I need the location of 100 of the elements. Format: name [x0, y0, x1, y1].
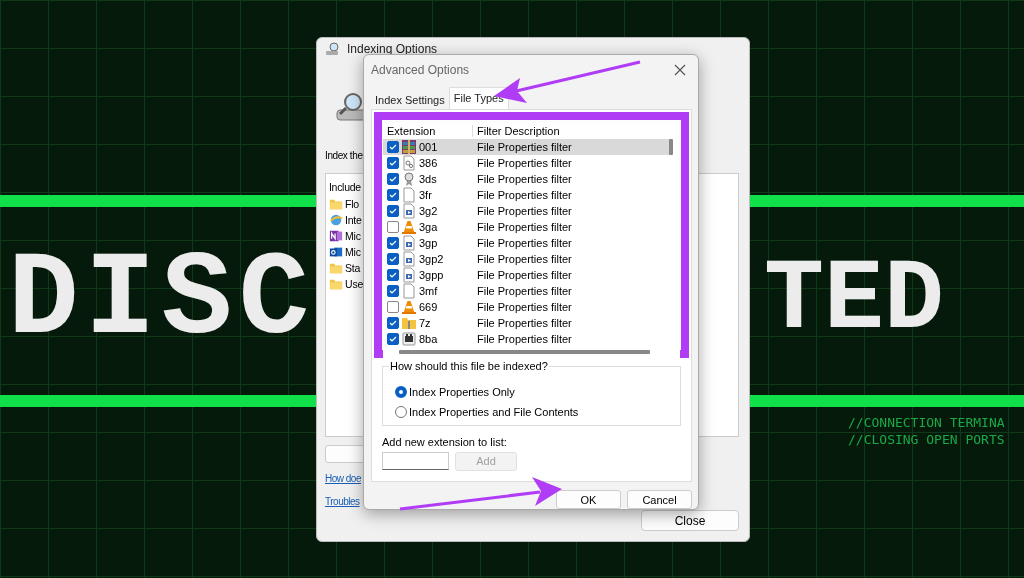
filter-description: File Properties filter	[476, 156, 573, 169]
extension-text: 3gpp	[419, 268, 444, 281]
extension-text: 3ga	[419, 220, 438, 233]
ok-button[interactable]: OK	[556, 490, 621, 509]
terminal-line: //CONNECTION TERMINA	[848, 415, 1006, 430]
search-icon	[325, 41, 341, 57]
option-label: Index Properties and File Contents	[409, 405, 579, 418]
extension-text: 3fr	[419, 188, 432, 201]
scrollbar-thumb[interactable]	[669, 138, 673, 155]
globe-icon	[329, 213, 343, 227]
column-header: Include	[329, 180, 361, 195]
filter-description: File Properties filter	[476, 268, 573, 281]
radio-button[interactable]	[395, 405, 407, 418]
radio-button[interactable]	[395, 385, 407, 398]
extension-text: 001	[419, 140, 438, 153]
mail-app-icon	[329, 245, 343, 259]
scrollbar-thumb[interactable]	[399, 349, 650, 354]
traffic-cone-icon	[401, 218, 417, 235]
video-file-icon	[401, 266, 417, 283]
file-type-row[interactable]: 669 File Properties filter	[383, 298, 670, 315]
intro-text: Index the	[325, 150, 363, 161]
extension-text: 3mf	[419, 284, 438, 297]
folder-icon	[329, 277, 343, 291]
document-icon	[401, 282, 417, 299]
award-icon	[401, 170, 417, 187]
checkbox[interactable]	[387, 332, 399, 345]
extension-text: 3gp	[419, 236, 438, 249]
file-type-row[interactable]: 3mf File Properties filter	[383, 282, 670, 299]
location-item[interactable]: Sta	[345, 260, 361, 276]
filter-description: File Properties filter	[476, 252, 573, 265]
video-file-icon	[401, 234, 417, 251]
file-type-row[interactable]: 3gp2 File Properties filter	[383, 250, 670, 267]
checkbox[interactable]	[387, 316, 399, 329]
close-button[interactable]: Close	[641, 510, 739, 531]
extension-text: 8ba	[419, 332, 438, 345]
checkbox[interactable]	[387, 140, 399, 153]
tab[interactable]: Index Settings	[371, 90, 449, 109]
app-file-icon	[401, 330, 417, 347]
checkbox[interactable]	[387, 284, 399, 297]
checkbox[interactable]	[387, 300, 399, 313]
cancel-button[interactable]: Cancel	[627, 490, 692, 509]
file-type-row[interactable]: 3g2 File Properties filter	[383, 202, 670, 219]
file-type-row[interactable]: 8ba File Properties filter	[383, 330, 670, 347]
extension-text: 3gp2	[419, 252, 444, 265]
location-item[interactable]: Mic	[345, 228, 361, 244]
file-type-row[interactable]: 386 File Properties filter	[383, 154, 670, 171]
terminal-line: //CLOSING OPEN PORTS	[848, 432, 1006, 447]
file-type-row[interactable]: 001 File Properties filter	[383, 138, 670, 155]
checkbox[interactable]	[387, 188, 399, 201]
checkbox[interactable]	[387, 236, 399, 249]
video-file-icon	[401, 202, 417, 219]
option-label: Index Properties Only	[409, 385, 515, 398]
extension-text: 7z	[419, 316, 431, 329]
column-header[interactable]: Filter Description	[473, 124, 670, 137]
checkbox[interactable]	[387, 204, 399, 217]
video-file-icon	[401, 250, 417, 267]
filter-description: File Properties filter	[476, 236, 573, 249]
window-title: Indexing Options	[347, 42, 438, 56]
extension-text: 669	[419, 300, 438, 313]
folder-icon	[329, 197, 343, 211]
filter-description: File Properties filter	[476, 204, 573, 217]
location-item[interactable]: Flo	[345, 196, 359, 212]
location-item[interactable]: Mic	[345, 244, 361, 260]
document-icon	[401, 186, 417, 203]
file-type-row[interactable]: 3ga File Properties filter	[383, 218, 670, 235]
help-link[interactable]: Troubles	[325, 496, 360, 507]
folder-icon	[329, 261, 343, 275]
filter-description: File Properties filter	[476, 188, 573, 201]
filter-description: File Properties filter	[476, 172, 573, 185]
field-label: Add new extension to list:	[382, 435, 508, 448]
help-link[interactable]: How doe	[325, 473, 361, 484]
checkbox[interactable]	[387, 156, 399, 169]
extension-input-field[interactable]	[382, 451, 449, 470]
extension-text: 3ds	[419, 172, 437, 185]
file-type-row[interactable]: 7z File Properties filter	[383, 314, 670, 331]
extension-text: 386	[419, 156, 438, 169]
headline-text: DISC	[8, 242, 316, 360]
file-type-row[interactable]: 3ds File Properties filter	[383, 170, 670, 187]
file-type-row[interactable]: 3gp File Properties filter	[383, 234, 670, 251]
file-type-row[interactable]: 3fr File Properties filter	[383, 186, 670, 203]
filter-description: File Properties filter	[476, 284, 573, 297]
filter-description: File Properties filter	[476, 332, 573, 345]
checkbox[interactable]	[387, 172, 399, 185]
traffic-cone-icon	[401, 298, 417, 315]
filter-description: File Properties filter	[476, 300, 573, 313]
checkbox[interactable]	[387, 220, 399, 233]
checkbox[interactable]	[387, 268, 399, 281]
tab[interactable]: File Types	[448, 86, 509, 109]
filter-description: File Properties filter	[476, 316, 573, 329]
extension-text: 3g2	[419, 204, 438, 217]
file-type-row[interactable]: 3gpp File Properties filter	[383, 266, 670, 283]
location-item[interactable]: Inte	[345, 212, 362, 228]
dialog-title: Advanced Options	[371, 62, 470, 77]
checkbox[interactable]	[387, 252, 399, 265]
gear-document-icon	[401, 154, 417, 171]
note-app-icon	[329, 229, 343, 243]
location-item[interactable]: Use	[345, 276, 364, 292]
column-header[interactable]: Extension	[383, 124, 473, 137]
headline-text: TED	[763, 251, 944, 351]
filter-description: File Properties filter	[476, 220, 573, 233]
